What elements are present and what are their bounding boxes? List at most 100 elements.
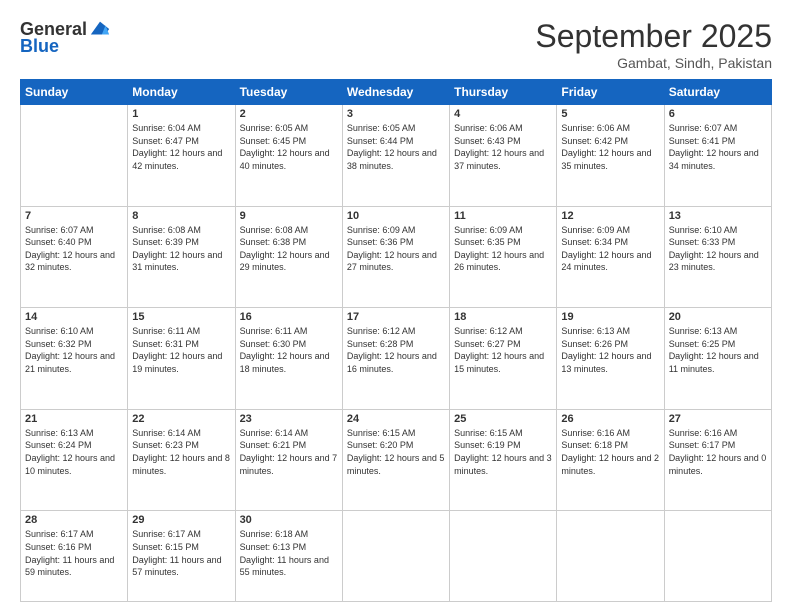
day-info: Sunrise: 6:16 AMSunset: 6:18 PMDaylight:… — [561, 427, 659, 477]
day-info: Sunrise: 6:15 AMSunset: 6:19 PMDaylight:… — [454, 427, 552, 477]
calendar-cell: 29 Sunrise: 6:17 AMSunset: 6:15 PMDaylig… — [128, 511, 235, 602]
calendar-cell: 22 Sunrise: 6:14 AMSunset: 6:23 PMDaylig… — [128, 409, 235, 511]
day-number: 12 — [561, 210, 659, 222]
day-info: Sunrise: 6:13 AMSunset: 6:25 PMDaylight:… — [669, 325, 767, 375]
calendar-cell: 16 Sunrise: 6:11 AMSunset: 6:30 PMDaylig… — [235, 308, 342, 410]
calendar-cell: 11 Sunrise: 6:09 AMSunset: 6:35 PMDaylig… — [450, 206, 557, 308]
day-number: 29 — [132, 514, 230, 526]
day-info: Sunrise: 6:04 AMSunset: 6:47 PMDaylight:… — [132, 122, 230, 172]
calendar-cell: 18 Sunrise: 6:12 AMSunset: 6:27 PMDaylig… — [450, 308, 557, 410]
day-info: Sunrise: 6:05 AMSunset: 6:44 PMDaylight:… — [347, 122, 445, 172]
title-block: September 2025 Gambat, Sindh, Pakistan — [535, 18, 772, 71]
calendar-cell: 17 Sunrise: 6:12 AMSunset: 6:28 PMDaylig… — [342, 308, 449, 410]
calendar-table: SundayMondayTuesdayWednesdayThursdayFrid… — [20, 79, 772, 602]
day-number: 14 — [25, 311, 123, 323]
day-number: 26 — [561, 413, 659, 425]
day-info: Sunrise: 6:13 AMSunset: 6:24 PMDaylight:… — [25, 427, 123, 477]
calendar-cell: 9 Sunrise: 6:08 AMSunset: 6:38 PMDayligh… — [235, 206, 342, 308]
weekday-header-friday: Friday — [557, 80, 664, 105]
day-info: Sunrise: 6:17 AMSunset: 6:16 PMDaylight:… — [25, 528, 123, 578]
calendar-cell — [557, 511, 664, 602]
page: General Blue September 2025 Gambat, Sind… — [0, 0, 792, 612]
day-number: 19 — [561, 311, 659, 323]
day-number: 1 — [132, 108, 230, 120]
calendar-week-2: 14 Sunrise: 6:10 AMSunset: 6:32 PMDaylig… — [21, 308, 772, 410]
location: Gambat, Sindh, Pakistan — [535, 55, 772, 71]
day-number: 24 — [347, 413, 445, 425]
day-number: 8 — [132, 210, 230, 222]
weekday-header-saturday: Saturday — [664, 80, 771, 105]
calendar-cell: 23 Sunrise: 6:14 AMSunset: 6:21 PMDaylig… — [235, 409, 342, 511]
day-info: Sunrise: 6:06 AMSunset: 6:42 PMDaylight:… — [561, 122, 659, 172]
calendar-cell: 25 Sunrise: 6:15 AMSunset: 6:19 PMDaylig… — [450, 409, 557, 511]
day-number: 3 — [347, 108, 445, 120]
month-title: September 2025 — [535, 18, 772, 55]
day-number: 4 — [454, 108, 552, 120]
calendar-week-4: 28 Sunrise: 6:17 AMSunset: 6:16 PMDaylig… — [21, 511, 772, 602]
day-number: 27 — [669, 413, 767, 425]
calendar-cell: 20 Sunrise: 6:13 AMSunset: 6:25 PMDaylig… — [664, 308, 771, 410]
weekday-header-thursday: Thursday — [450, 80, 557, 105]
day-number: 6 — [669, 108, 767, 120]
day-number: 17 — [347, 311, 445, 323]
weekday-header-wednesday: Wednesday — [342, 80, 449, 105]
calendar-cell: 12 Sunrise: 6:09 AMSunset: 6:34 PMDaylig… — [557, 206, 664, 308]
header: General Blue September 2025 Gambat, Sind… — [20, 18, 772, 71]
calendar-cell: 14 Sunrise: 6:10 AMSunset: 6:32 PMDaylig… — [21, 308, 128, 410]
calendar-cell: 15 Sunrise: 6:11 AMSunset: 6:31 PMDaylig… — [128, 308, 235, 410]
day-number: 21 — [25, 413, 123, 425]
day-info: Sunrise: 6:09 AMSunset: 6:34 PMDaylight:… — [561, 224, 659, 274]
day-info: Sunrise: 6:18 AMSunset: 6:13 PMDaylight:… — [240, 528, 338, 578]
day-info: Sunrise: 6:05 AMSunset: 6:45 PMDaylight:… — [240, 122, 338, 172]
weekday-header-sunday: Sunday — [21, 80, 128, 105]
calendar-cell: 19 Sunrise: 6:13 AMSunset: 6:26 PMDaylig… — [557, 308, 664, 410]
day-number: 2 — [240, 108, 338, 120]
logo-icon — [89, 18, 111, 40]
calendar-cell — [450, 511, 557, 602]
day-info: Sunrise: 6:17 AMSunset: 6:15 PMDaylight:… — [132, 528, 230, 578]
calendar-cell — [21, 105, 128, 207]
calendar-cell: 28 Sunrise: 6:17 AMSunset: 6:16 PMDaylig… — [21, 511, 128, 602]
calendar-cell: 27 Sunrise: 6:16 AMSunset: 6:17 PMDaylig… — [664, 409, 771, 511]
calendar-cell: 3 Sunrise: 6:05 AMSunset: 6:44 PMDayligh… — [342, 105, 449, 207]
weekday-header-monday: Monday — [128, 80, 235, 105]
day-info: Sunrise: 6:16 AMSunset: 6:17 PMDaylight:… — [669, 427, 767, 477]
calendar-cell: 6 Sunrise: 6:07 AMSunset: 6:41 PMDayligh… — [664, 105, 771, 207]
day-info: Sunrise: 6:14 AMSunset: 6:21 PMDaylight:… — [240, 427, 338, 477]
day-info: Sunrise: 6:08 AMSunset: 6:38 PMDaylight:… — [240, 224, 338, 274]
day-number: 30 — [240, 514, 338, 526]
calendar-week-1: 7 Sunrise: 6:07 AMSunset: 6:40 PMDayligh… — [21, 206, 772, 308]
day-number: 5 — [561, 108, 659, 120]
day-number: 7 — [25, 210, 123, 222]
day-number: 23 — [240, 413, 338, 425]
day-info: Sunrise: 6:06 AMSunset: 6:43 PMDaylight:… — [454, 122, 552, 172]
calendar-week-0: 1 Sunrise: 6:04 AMSunset: 6:47 PMDayligh… — [21, 105, 772, 207]
day-info: Sunrise: 6:11 AMSunset: 6:31 PMDaylight:… — [132, 325, 230, 375]
calendar-cell — [664, 511, 771, 602]
weekday-header-tuesday: Tuesday — [235, 80, 342, 105]
day-info: Sunrise: 6:14 AMSunset: 6:23 PMDaylight:… — [132, 427, 230, 477]
calendar-cell: 8 Sunrise: 6:08 AMSunset: 6:39 PMDayligh… — [128, 206, 235, 308]
calendar-cell: 7 Sunrise: 6:07 AMSunset: 6:40 PMDayligh… — [21, 206, 128, 308]
day-number: 15 — [132, 311, 230, 323]
calendar-cell: 13 Sunrise: 6:10 AMSunset: 6:33 PMDaylig… — [664, 206, 771, 308]
calendar-cell: 1 Sunrise: 6:04 AMSunset: 6:47 PMDayligh… — [128, 105, 235, 207]
calendar-cell: 26 Sunrise: 6:16 AMSunset: 6:18 PMDaylig… — [557, 409, 664, 511]
day-info: Sunrise: 6:09 AMSunset: 6:36 PMDaylight:… — [347, 224, 445, 274]
calendar-cell: 30 Sunrise: 6:18 AMSunset: 6:13 PMDaylig… — [235, 511, 342, 602]
day-info: Sunrise: 6:10 AMSunset: 6:33 PMDaylight:… — [669, 224, 767, 274]
day-number: 11 — [454, 210, 552, 222]
day-info: Sunrise: 6:08 AMSunset: 6:39 PMDaylight:… — [132, 224, 230, 274]
day-info: Sunrise: 6:11 AMSunset: 6:30 PMDaylight:… — [240, 325, 338, 375]
day-number: 18 — [454, 311, 552, 323]
day-info: Sunrise: 6:07 AMSunset: 6:40 PMDaylight:… — [25, 224, 123, 274]
day-number: 13 — [669, 210, 767, 222]
day-info: Sunrise: 6:12 AMSunset: 6:28 PMDaylight:… — [347, 325, 445, 375]
day-number: 16 — [240, 311, 338, 323]
day-info: Sunrise: 6:12 AMSunset: 6:27 PMDaylight:… — [454, 325, 552, 375]
calendar-cell: 4 Sunrise: 6:06 AMSunset: 6:43 PMDayligh… — [450, 105, 557, 207]
calendar-cell — [342, 511, 449, 602]
day-info: Sunrise: 6:09 AMSunset: 6:35 PMDaylight:… — [454, 224, 552, 274]
day-number: 28 — [25, 514, 123, 526]
weekday-header-row: SundayMondayTuesdayWednesdayThursdayFrid… — [21, 80, 772, 105]
